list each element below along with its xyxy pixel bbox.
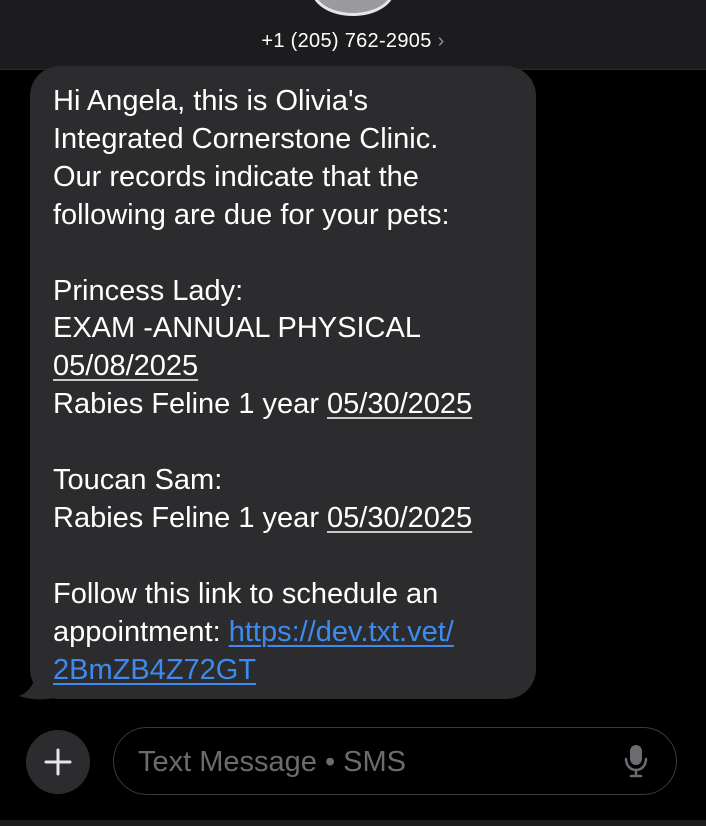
message-line: Our records indicate that the	[53, 160, 419, 193]
message-line: Follow this link to schedule an	[53, 577, 439, 610]
due-item: Rabies Feline 1 year	[53, 388, 328, 421]
due-date-link[interactable]: 05/30/2025	[327, 502, 472, 534]
due-item: EXAM -ANNUAL PHYSICAL	[53, 312, 421, 345]
add-attachment-button[interactable]	[26, 730, 90, 794]
message-line: Integrated Cornerstone Clinic.	[53, 122, 439, 155]
due-date-link[interactable]: 05/30/2025	[327, 388, 472, 420]
message-line: appointment:	[53, 615, 229, 648]
microphone-icon[interactable]	[623, 744, 649, 778]
schedule-link[interactable]: 2BmZB4Z72GT	[53, 654, 256, 686]
plus-icon	[44, 748, 72, 776]
due-item: Rabies Feline 1 year	[53, 501, 328, 534]
chevron-right-icon: ›	[437, 30, 445, 52]
due-date-link[interactable]: 05/08/2025	[53, 350, 198, 382]
message-line: Hi Angela, this is Olivia's	[53, 85, 368, 117]
incoming-message-bubble[interactable]: Hi Angela, this is Olivia's Integrated C…	[30, 66, 536, 699]
pet-name: Princess Lady:	[53, 274, 244, 307]
pet-name: Toucan Sam:	[53, 464, 223, 497]
message-line: following are due for your pets:	[53, 198, 450, 231]
bottom-edge	[0, 820, 706, 826]
conversation-header: +1 (205) 762-2905 ›	[0, 0, 706, 70]
message-input-placeholder: Text Message • SMS	[138, 746, 407, 778]
schedule-link[interactable]: https://dev.txt.vet/	[229, 616, 454, 648]
contact-number[interactable]: +1 (205) 762-2905 ›	[0, 30, 706, 53]
contact-number-text: +1 (205) 762-2905	[261, 30, 432, 52]
message-input[interactable]: Text Message • SMS	[113, 727, 677, 795]
contact-avatar[interactable]	[311, 0, 395, 16]
